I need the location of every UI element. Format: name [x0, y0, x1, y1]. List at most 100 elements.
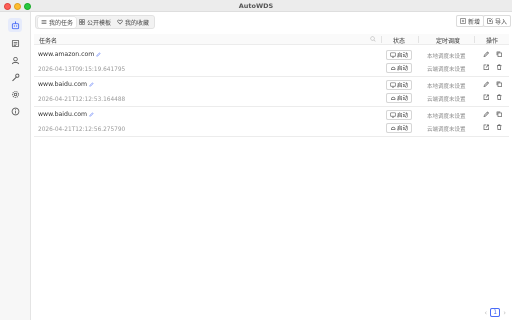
edit-task-button[interactable] — [483, 51, 490, 58]
local-schedule-status: 本地调度未设置 — [427, 84, 466, 90]
edit-name-icon[interactable] — [89, 82, 94, 87]
main-panel: 我的任务 公开模板 我的收藏 新增 导入 任务名 状态 定时调度 操作 www.… — [31, 12, 512, 320]
trash-icon — [497, 64, 502, 71]
tab-my-tasks[interactable]: 我的任务 — [38, 16, 77, 28]
table-row: www.amazon.com 2026-04-13T09:15:19.64179… — [34, 47, 509, 77]
cloud-start-label: 启动 — [396, 66, 408, 72]
cloud-schedule-status: 云端调度未设置 — [427, 127, 466, 133]
delete-task-button[interactable] — [496, 64, 503, 71]
local-schedule-status: 本地调度未设置 — [427, 114, 466, 120]
gear-icon — [11, 90, 19, 98]
pencil-icon — [483, 81, 490, 88]
table-row: www.baidu.com 2026-04-21T12:12:56.275790… — [34, 107, 509, 137]
prev-page-button[interactable]: ‹ — [484, 309, 487, 317]
tab-label: 我的任务 — [49, 19, 74, 27]
search-icon[interactable] — [370, 36, 376, 42]
monitor-icon — [390, 112, 396, 118]
task-timestamp: 2026-04-21T12:12:56.275790 — [38, 127, 126, 133]
task-tabs: 我的任务 公开模板 我的收藏 — [35, 15, 156, 29]
pencil-icon — [483, 51, 490, 58]
task-name: www.baidu.com — [38, 81, 94, 88]
task-url: www.baidu.com — [38, 81, 88, 88]
edit-task-button[interactable] — [483, 111, 490, 118]
open-task-button[interactable] — [483, 94, 490, 101]
local-start-button[interactable]: 启动 — [386, 50, 412, 60]
task-name: www.baidu.com — [38, 111, 94, 118]
local-start-label: 启动 — [396, 113, 408, 119]
cloud-start-label: 启动 — [396, 126, 408, 132]
table-row: www.baidu.com 2026-04-21T12:12:53.164488… — [34, 77, 509, 107]
cloud-icon — [390, 126, 396, 130]
user-icon — [11, 56, 19, 64]
local-start-label: 启动 — [396, 53, 408, 59]
task-timestamp: 2026-04-21T12:12:53.164488 — [38, 97, 126, 103]
external-link-icon — [483, 64, 490, 71]
column-header-status: 状态 — [393, 38, 406, 45]
robot-icon — [11, 20, 19, 29]
new-task-button[interactable]: 新增 — [456, 15, 485, 27]
cloud-schedule-status: 云端调度未设置 — [427, 97, 466, 103]
import-icon — [487, 18, 493, 24]
edit-task-button[interactable] — [483, 81, 490, 88]
cloud-start-label: 启动 — [396, 96, 408, 102]
external-link-icon — [483, 94, 490, 101]
plus-square-icon — [460, 18, 466, 24]
edit-name-icon[interactable] — [96, 52, 101, 57]
tab-label: 我的收藏 — [125, 19, 150, 27]
cloud-start-button[interactable]: 启动 — [386, 123, 412, 133]
monitor-icon — [390, 52, 396, 58]
open-task-button[interactable] — [483, 64, 490, 71]
list-icon — [41, 20, 47, 24]
list-icon — [11, 39, 19, 47]
table-header: 任务名 状态 定时调度 操作 — [34, 34, 509, 45]
cloud-start-button[interactable]: 启动 — [386, 93, 412, 103]
monitor-icon — [390, 82, 396, 88]
sidebar-item-list[interactable] — [8, 36, 22, 50]
title-bar: AutoWDS — [0, 0, 512, 12]
copy-task-button[interactable] — [496, 51, 503, 58]
cloud-icon — [390, 96, 396, 100]
sidebar-item-robot[interactable] — [8, 18, 22, 32]
copy-icon — [496, 111, 503, 118]
copy-task-button[interactable] — [496, 111, 503, 118]
local-start-label: 启动 — [396, 83, 408, 89]
sidebar-item-tools[interactable] — [8, 70, 22, 84]
delete-task-button[interactable] — [496, 94, 503, 101]
copy-icon — [496, 51, 503, 58]
column-divider — [381, 36, 382, 43]
import-button[interactable]: 导入 — [483, 15, 512, 27]
sidebar-item-user[interactable] — [8, 53, 22, 67]
task-name: www.amazon.com — [38, 51, 101, 58]
cloud-icon — [390, 66, 396, 70]
sidebar-item-info[interactable] — [8, 104, 22, 118]
column-header-schedule: 定时调度 — [436, 38, 461, 45]
cloud-schedule-status: 云端调度未设置 — [427, 67, 466, 73]
task-timestamp: 2026-04-13T09:15:19.641795 — [38, 67, 126, 73]
cloud-start-button[interactable]: 启动 — [386, 63, 412, 73]
local-start-button[interactable]: 启动 — [386, 80, 412, 90]
heart-icon — [117, 19, 123, 25]
next-page-button[interactable]: › — [503, 309, 506, 317]
sidebar-item-settings[interactable] — [8, 87, 22, 101]
trash-icon — [497, 94, 502, 101]
import-label: 导入 — [495, 18, 508, 26]
wrench-icon — [11, 73, 19, 81]
task-url: www.baidu.com — [38, 111, 88, 118]
tab-public-templates[interactable]: 公开模板 — [76, 17, 114, 28]
copy-icon — [496, 81, 503, 88]
tab-label: 公开模板 — [87, 19, 112, 27]
tab-my-favorites[interactable]: 我的收藏 — [114, 17, 152, 28]
grid-icon — [79, 19, 85, 25]
edit-name-icon[interactable] — [89, 112, 94, 117]
open-task-button[interactable] — [483, 124, 490, 131]
info-icon — [11, 107, 19, 115]
local-schedule-status: 本地调度未设置 — [427, 54, 466, 60]
copy-task-button[interactable] — [496, 81, 503, 88]
window-title: AutoWDS — [238, 2, 274, 10]
pencil-icon — [483, 111, 490, 118]
pagination: ‹ 1 › — [484, 308, 506, 317]
column-divider — [418, 36, 419, 43]
delete-task-button[interactable] — [496, 124, 503, 131]
current-page[interactable]: 1 — [490, 308, 501, 317]
local-start-button[interactable]: 启动 — [386, 110, 412, 120]
